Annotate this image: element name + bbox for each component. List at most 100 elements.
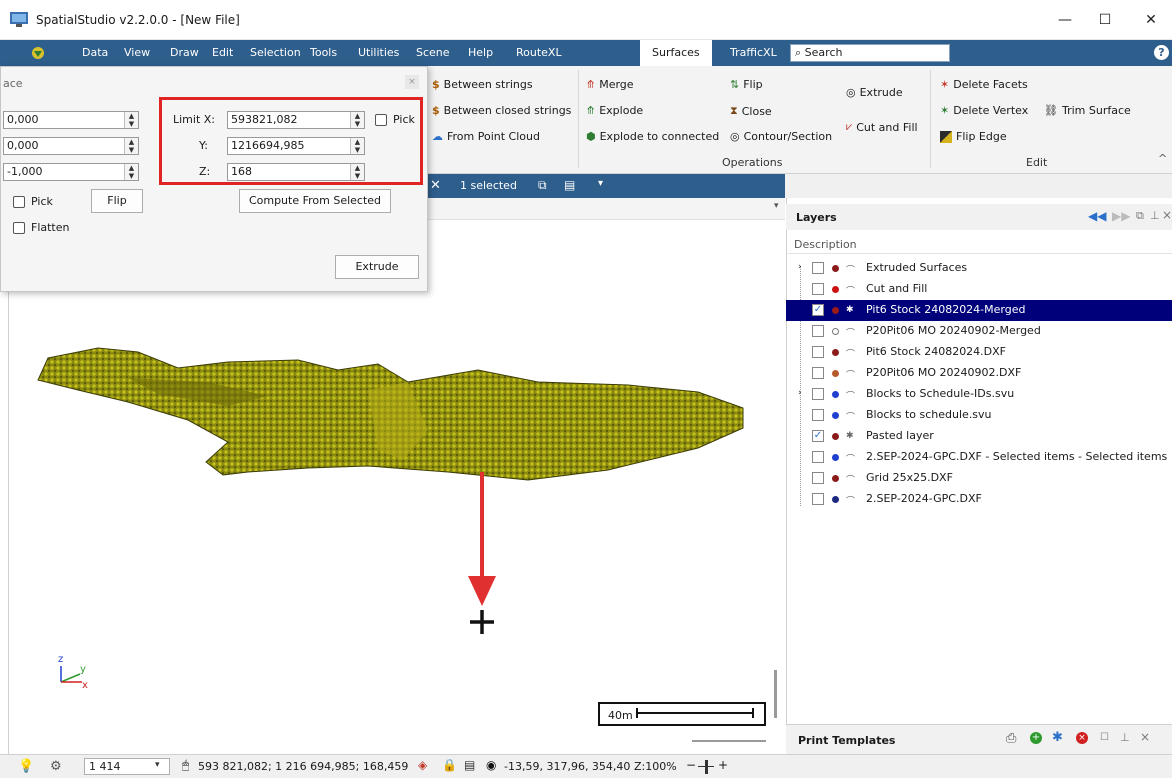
eye-closed-icon[interactable]: ⌒ — [846, 452, 855, 465]
float-panel-icon[interactable]: ⧉ — [1136, 209, 1144, 223]
layer-visibility-checkbox[interactable] — [812, 409, 824, 421]
explode-button[interactable]: ⤊ Explode — [586, 104, 643, 117]
layer-color-icon[interactable] — [832, 349, 839, 356]
delete-template-icon[interactable]: × — [1076, 732, 1088, 744]
layer-visibility-checkbox[interactable] — [812, 262, 824, 274]
layer-color-icon[interactable] — [832, 307, 839, 314]
eye-closed-icon[interactable]: ⌒ — [846, 368, 855, 381]
cut-and-fill-button[interactable]: ⩗ Cut and Fill — [846, 120, 918, 134]
limit-z-input[interactable]: 168 ▲ ▼ — [227, 163, 365, 181]
zoom-in-icon[interactable]: + — [718, 758, 728, 772]
extrude-ribbon-button[interactable]: ◎ Extrude — [846, 86, 903, 99]
close-panel-icon[interactable]: × — [1140, 730, 1150, 744]
layer-row[interactable]: ✓ ✱ Pasted layer — [786, 426, 1172, 447]
eye-closed-icon[interactable]: ⌒ — [846, 347, 855, 360]
layer-visibility-checkbox[interactable] — [812, 346, 824, 358]
layer-row[interactable]: › ⌒ Blocks to Schedule-IDs.svu — [786, 384, 1172, 405]
viewport-scrollbar[interactable] — [774, 670, 777, 718]
eye-closed-icon[interactable]: ⌒ — [846, 389, 855, 402]
help-icon[interactable]: ? — [1154, 45, 1169, 60]
between-closed-strings-button[interactable]: $ Between closed strings — [432, 104, 571, 117]
globe-icon[interactable]: ⚙ — [50, 759, 62, 774]
menu-utilities[interactable]: Utilities — [356, 40, 401, 66]
delete-facets-button[interactable]: ✶ Delete Facets — [940, 78, 1028, 91]
layer-row[interactable]: › ⌒ Extruded Surfaces — [786, 258, 1172, 279]
layer-visibility-checkbox[interactable] — [812, 451, 824, 463]
eye-icon[interactable]: ◉ — [486, 758, 496, 772]
close-button[interactable]: ✕ — [1136, 6, 1166, 34]
layer-row[interactable]: ⌒ 2.SEP-2024-GPC.DXF - Selected items - S… — [786, 447, 1172, 468]
layer-visibility-checkbox[interactable]: ✓ — [812, 430, 824, 442]
layer-row[interactable]: ⌒ Pit6 Stock 24082024.DXF — [786, 342, 1172, 363]
from-point-cloud-button[interactable]: ☁ From Point Cloud — [432, 130, 540, 143]
delete-vertex-button[interactable]: ✶ Delete Vertex — [940, 104, 1028, 117]
layers-column-header[interactable]: Description — [786, 234, 1172, 254]
menu-help[interactable]: Help — [466, 40, 495, 66]
selection-window-icon[interactable]: ⧉ — [538, 178, 547, 193]
layer-color-icon[interactable] — [832, 433, 839, 440]
layer-color-icon[interactable] — [832, 475, 839, 482]
close-surface-button[interactable]: ⧗ Close — [730, 104, 772, 118]
contour-section-button[interactable]: ◎ Contour/Section — [730, 130, 832, 143]
menu-routexl[interactable]: RouteXL — [514, 40, 564, 66]
eye-closed-icon[interactable]: ⌒ — [846, 410, 855, 423]
search-input[interactable]: ⌕ Search — [790, 44, 950, 62]
quick-access-icon[interactable] — [30, 45, 46, 61]
notes-icon[interactable]: ▤ — [464, 758, 475, 772]
merge-button[interactable]: ⤊ Merge — [586, 78, 634, 91]
layer-color-icon[interactable] — [832, 370, 839, 377]
pin-panel-icon[interactable]: ⊥ — [1120, 731, 1130, 744]
flip-edge-button[interactable]: Flip Edge — [940, 130, 1007, 143]
menu-view[interactable]: View — [122, 40, 152, 66]
spin-arrows-icon[interactable]: ▲ ▼ — [124, 112, 138, 128]
snap-icon[interactable]: ◈ — [418, 758, 427, 772]
trim-surface-button[interactable]: ⛓ Trim Surface — [1044, 104, 1131, 117]
layer-visibility-checkbox[interactable] — [812, 388, 824, 400]
flatten-checkbox[interactable] — [13, 222, 25, 234]
eye-open-icon[interactable]: ✱ — [846, 305, 854, 315]
surface-model[interactable] — [8, 330, 785, 530]
limit-y-input[interactable]: 1216694,985 ▲ ▼ — [227, 137, 365, 155]
float-panel-icon[interactable]: ☐ — [1100, 732, 1109, 743]
add-template-icon[interactable]: + — [1030, 732, 1042, 744]
menu-scene[interactable]: Scene — [414, 40, 452, 66]
layer-visibility-checkbox[interactable] — [812, 283, 824, 295]
collapse-ribbon-icon[interactable]: ^ — [1158, 152, 1167, 165]
extrude-button[interactable]: Extrude — [335, 255, 419, 279]
flip-direction-button[interactable]: Flip — [91, 189, 143, 213]
panel-close-icon[interactable]: × — [405, 75, 419, 89]
direction-x-input[interactable]: 0,000 ▲ ▼ — [3, 111, 139, 129]
layer-row[interactable]: ⌒ P20Pit06 MO 20240902-Merged — [786, 321, 1172, 342]
collapse-left-icon[interactable]: ◀◀ — [1088, 209, 1106, 223]
lock-icon[interactable]: 🔒 — [442, 758, 457, 772]
menu-draw[interactable]: Draw — [168, 40, 201, 66]
spin-arrows-icon[interactable]: ▲ ▼ — [124, 164, 138, 180]
menu-selection[interactable]: Selection — [248, 40, 303, 66]
spin-arrows-icon[interactable]: ▲ ▼ — [350, 138, 364, 154]
eye-closed-icon[interactable]: ⌒ — [846, 284, 855, 297]
limit-x-input[interactable]: 593821,082 ▲ ▼ — [227, 111, 365, 129]
table-icon[interactable]: ▤ — [564, 178, 575, 192]
close-panel-icon[interactable]: × — [1162, 208, 1172, 222]
between-strings-button[interactable]: $ Between strings — [432, 78, 533, 91]
zoom-slider-thumb[interactable] — [705, 760, 708, 774]
explode-to-connected-button[interactable]: ⬢ Explode to connected — [586, 130, 719, 143]
pick-limit-checkbox[interactable] — [375, 114, 387, 126]
printer-icon[interactable]: ⎙ — [1006, 731, 1016, 746]
direction-z-input[interactable]: -1,000 ▲ ▼ — [3, 163, 139, 181]
expand-arrow-icon[interactable]: › — [798, 262, 802, 272]
expand-right-icon[interactable]: ▶▶ — [1112, 209, 1130, 223]
viewport-hscrollbar[interactable] — [692, 740, 766, 742]
layer-color-icon[interactable] — [832, 265, 839, 272]
eye-closed-icon[interactable]: ⌒ — [846, 263, 855, 276]
layer-row[interactable]: ⌒ Grid 25x25.DXF — [786, 468, 1172, 489]
eye-open-icon[interactable]: ✱ — [846, 431, 854, 441]
layer-color-icon[interactable] — [832, 496, 839, 503]
layer-visibility-checkbox[interactable]: ✓ — [812, 304, 824, 316]
menu-surfaces[interactable]: Surfaces — [640, 40, 712, 66]
layer-color-icon[interactable] — [832, 286, 839, 293]
layer-color-icon[interactable] — [832, 412, 839, 419]
chevron-down-icon[interactable]: ▾ — [155, 760, 160, 770]
compute-from-selected-button[interactable]: Compute From Selected — [239, 189, 391, 213]
pin-panel-icon[interactable]: ⊥ — [1150, 209, 1160, 222]
